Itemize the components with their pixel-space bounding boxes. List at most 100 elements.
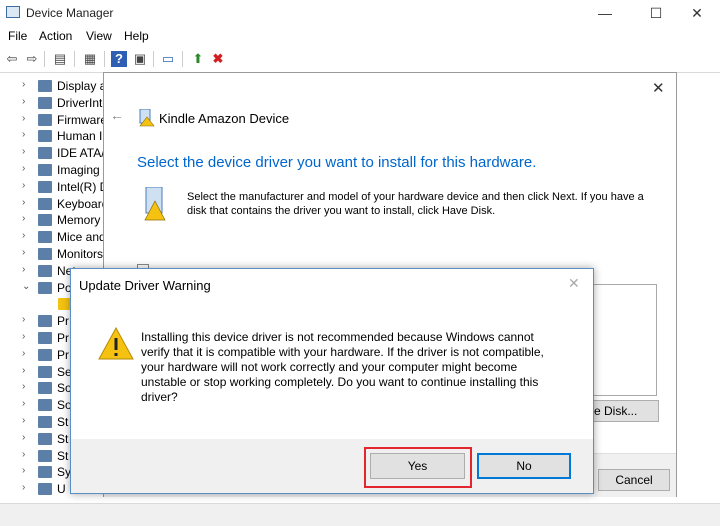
tree-item[interactable]: › Display a [0,78,110,95]
tree-item[interactable]: › Mice and [0,229,110,246]
tree-item-label: St [57,415,69,429]
warning-close-button[interactable]: ✕ [568,275,580,292]
chevron-icon[interactable]: › [22,96,25,107]
tree-item[interactable]: › Human In [0,128,110,145]
tree-item[interactable]: › Keyboard [0,196,110,213]
have-disk-button[interactable]: e Disk... [587,400,659,422]
chevron-icon[interactable]: › [22,398,25,409]
chevron-icon[interactable]: › [22,365,25,376]
minimize-button[interactable]: — [582,0,628,26]
toolbar-separator [182,51,183,67]
warning-footer: Yes No [71,439,593,493]
device-category-icon [38,147,52,160]
tree-item-label: Sy [57,465,72,480]
menu-view[interactable]: View [86,29,112,43]
back-arrow-icon[interactable]: ← [110,107,124,123]
chevron-icon[interactable]: › [22,348,25,359]
tree-item-label: Mice and [57,230,106,245]
maximize-button[interactable]: ☐ [633,0,679,26]
tree-item-label: Keyboard [57,196,109,211]
status-bar [0,503,720,526]
device-category-icon [38,113,52,126]
chevron-icon[interactable]: › [22,331,25,342]
uninstall-icon[interactable]: ✖ [210,51,226,67]
back-arrow-icon[interactable]: ⇦ [4,51,20,67]
device-category-icon [38,416,52,428]
update-driver-warning-dialog: Update Driver Warning ✕ Installing this … [70,268,594,494]
chevron-icon[interactable]: › [22,432,25,443]
wizard-close-button[interactable]: ✕ [652,79,665,97]
device-category-icon [38,248,52,260]
model-list[interactable] [587,284,657,396]
chevron-icon[interactable]: › [22,113,25,124]
toolbar-separator [104,51,105,67]
device-category-icon [38,332,52,344]
forward-arrow-icon[interactable]: ⇨ [24,51,40,67]
chevron-icon[interactable]: › [22,163,25,174]
device-category-icon [38,382,52,395]
tree-item[interactable]: › DriverInte [0,95,110,112]
chevron-icon[interactable]: › [22,180,25,191]
tree-item-label: Intel(R) D [57,179,109,194]
cancel-button[interactable]: Cancel [598,469,670,491]
toolbar-separator [44,51,45,67]
chevron-icon[interactable]: › [22,129,25,140]
chevron-icon[interactable]: ⌄ [22,281,30,292]
chevron-icon[interactable]: › [22,230,25,241]
tree-item[interactable]: › Memory t [0,212,110,229]
device-warning-icon [139,109,155,127]
toolbar-separator [153,51,154,67]
chevron-icon[interactable]: › [22,415,25,426]
tree-item-label: Memory t [57,213,108,228]
tree-item[interactable]: › Intel(R) D [0,179,110,196]
wizard-heading: Select the device driver you want to ins… [137,154,537,171]
chevron-icon[interactable]: › [22,482,25,493]
device-category-icon [38,264,52,277]
device-category-icon [38,432,52,445]
menu-help[interactable]: Help [124,29,149,43]
device-category-icon [38,466,52,479]
warning-icon [98,327,134,360]
device-category-icon [38,214,52,227]
device-manager-icon [6,6,20,18]
tree-item-label: Firmware [57,112,107,127]
device-category-icon [38,449,52,462]
chevron-icon[interactable]: › [22,381,25,392]
device-category-icon [38,483,52,496]
chevron-icon[interactable]: › [22,146,25,157]
yes-button[interactable]: Yes [370,453,465,479]
tree-item[interactable]: › IDE ATA/ [0,145,110,162]
chevron-icon[interactable]: › [22,213,25,224]
chevron-icon[interactable]: › [22,314,25,325]
menu-action[interactable]: Action [39,29,72,43]
properties-icon[interactable]: ▤ [52,51,68,67]
chevron-icon[interactable]: › [22,264,25,275]
device-category-icon [38,130,52,143]
tree-item-label: Pr [57,347,69,362]
chevron-icon[interactable]: › [22,465,25,476]
chevron-icon[interactable]: › [22,247,25,258]
device-category-icon [38,365,52,378]
tree-item-label: Imaging d [57,163,110,177]
scan-hardware-icon[interactable]: ▭ [160,51,176,67]
chevron-icon[interactable]: › [22,197,25,208]
tree-item[interactable]: › Monitors [0,246,110,263]
tree-item[interactable]: › Firmware [0,112,110,129]
device-category-icon [38,197,52,210]
tree-item-label: IDE ATA/ [57,146,105,161]
toolbar: ⇦ ⇨ ▤ ▦ ? ▣ ▭ ⬆ ✖ [0,46,720,73]
tree-item-label: DriverInte [57,95,110,110]
help-icon[interactable]: ? [111,51,127,67]
close-button[interactable]: ✕ [674,0,720,26]
tree-item[interactable]: › Imaging d [0,162,110,179]
menu-file[interactable]: File [8,29,27,43]
chevron-icon[interactable]: › [22,449,25,460]
no-button[interactable]: No [477,453,571,479]
chevron-icon[interactable]: › [22,79,25,90]
list-view-icon[interactable]: ▦ [82,51,98,67]
update-driver-icon[interactable]: ⬆ [190,51,206,67]
update-view-icon[interactable]: ▣ [132,51,148,67]
tree-item-label: U [57,482,66,497]
tree-item-label: Pr [57,314,69,329]
device-category-icon [38,315,52,328]
